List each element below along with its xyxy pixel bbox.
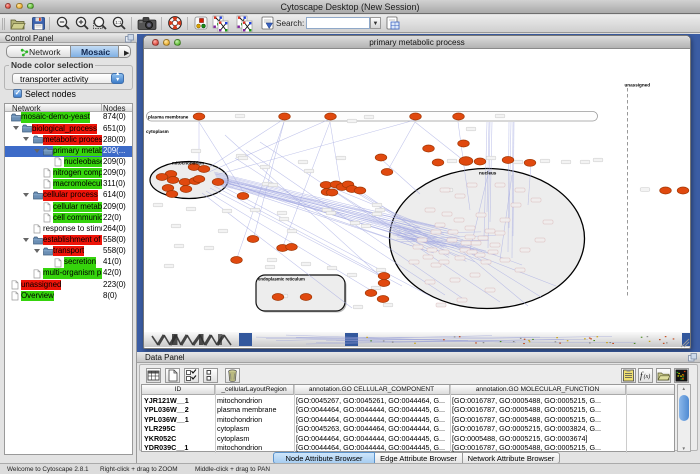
- svg-text:plasma membrane: plasma membrane: [148, 115, 189, 120]
- svg-text:nucleus: nucleus: [479, 171, 497, 176]
- svg-text:1:1: 1:1: [115, 20, 122, 25]
- svg-text:endoplasmic reticulum: endoplasmic reticulum: [258, 277, 305, 282]
- svg-text:unassigned: unassigned: [625, 83, 651, 88]
- svg-text:cytoplasm: cytoplasm: [146, 129, 169, 134]
- svg-text:mitochondrion: mitochondrion: [172, 161, 204, 166]
- svg-text:(x): (x): [644, 373, 651, 380]
